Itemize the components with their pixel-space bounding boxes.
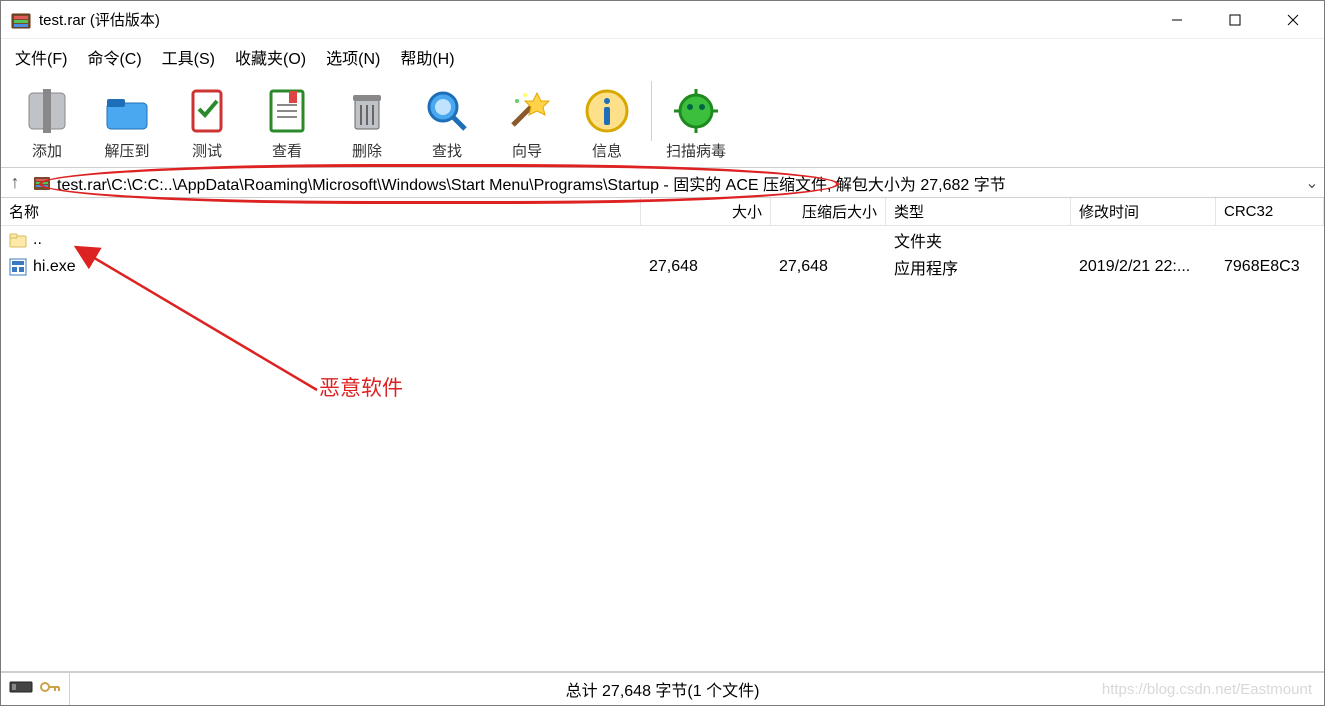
- col-modified[interactable]: 修改时间: [1071, 198, 1216, 225]
- menubar: 文件(F) 命令(C) 工具(S) 收藏夹(O) 选项(N) 帮助(H): [1, 39, 1324, 77]
- tool-delete-label: 删除: [352, 140, 382, 161]
- tool-scan-virus[interactable]: 扫描病毒: [656, 86, 736, 161]
- window-controls: [1148, 1, 1322, 39]
- key-icon: [39, 679, 61, 700]
- test-icon: [182, 86, 232, 136]
- view-icon: [262, 86, 312, 136]
- col-size[interactable]: 大小: [641, 198, 771, 225]
- column-headers: 名称 大小 压缩后大小 类型 修改时间 CRC32: [1, 198, 1324, 226]
- tool-add[interactable]: 添加: [7, 86, 87, 161]
- menu-options[interactable]: 选项(N): [320, 43, 386, 71]
- tool-info[interactable]: 信息: [567, 86, 647, 161]
- close-button[interactable]: [1264, 1, 1322, 39]
- tool-wizard-label: 向导: [512, 140, 542, 161]
- tool-info-label: 信息: [592, 140, 622, 161]
- address-box[interactable]: test.rar\C:\C:C:..\AppData\Roaming\Micro…: [29, 171, 1300, 195]
- file-name: ..: [33, 231, 42, 249]
- tool-test[interactable]: 测试: [167, 86, 247, 161]
- tool-add-label: 添加: [32, 140, 62, 161]
- file-name: hi.exe: [33, 258, 76, 276]
- tool-scan-label: 扫描病毒: [666, 140, 726, 161]
- tool-extract-to[interactable]: 解压到: [87, 86, 167, 161]
- file-type: 文件夹: [886, 228, 1071, 252]
- status-icons: [1, 673, 70, 705]
- tool-find[interactable]: 查找: [407, 86, 487, 161]
- tool-wizard[interactable]: 向导: [487, 86, 567, 161]
- address-bar: ↑ test.rar\C:\C:C:..\AppData\Roaming\Mic…: [1, 168, 1324, 198]
- col-type[interactable]: 类型: [886, 198, 1071, 225]
- toolbar-separator: [651, 81, 652, 141]
- menu-help[interactable]: 帮助(H): [394, 43, 460, 71]
- disk-icon: [9, 679, 33, 700]
- wizard-icon: [502, 86, 552, 136]
- annotation-overlay: 恶意软件: [1, 226, 1324, 671]
- archive-icon: [33, 174, 51, 192]
- file-modified: 2019/2/21 22:...: [1071, 258, 1216, 276]
- up-button[interactable]: ↑: [1, 172, 29, 193]
- tool-extract-label: 解压到: [104, 140, 149, 161]
- annotation-label: 恶意软件: [319, 372, 403, 402]
- virus-icon: [671, 86, 721, 136]
- file-compressed-size: 27,648: [771, 258, 886, 276]
- add-icon: [22, 86, 72, 136]
- tool-view-label: 查看: [272, 140, 302, 161]
- exe-icon: [9, 258, 27, 276]
- tool-delete[interactable]: 删除: [327, 86, 407, 161]
- col-name[interactable]: 名称: [1, 198, 641, 225]
- address-path: test.rar\C:\C:C:..\AppData\Roaming\Micro…: [57, 171, 1006, 195]
- address-dropdown[interactable]: ⌄: [1300, 173, 1324, 193]
- app-icon: [11, 10, 31, 30]
- watermark: https://blog.csdn.net/Eastmount: [1102, 681, 1312, 698]
- info-icon: [582, 86, 632, 136]
- col-crc32[interactable]: CRC32: [1216, 198, 1324, 225]
- file-crc: 7968E8C3: [1216, 258, 1324, 276]
- file-type: 应用程序: [886, 255, 1071, 279]
- list-item-up[interactable]: .. 文件夹: [1, 226, 1324, 253]
- titlebar: test.rar (评估版本): [1, 1, 1324, 39]
- menu-file[interactable]: 文件(F): [9, 43, 73, 71]
- list-item-file[interactable]: hi.exe 27,648 27,648 应用程序 2019/2/21 22:.…: [1, 253, 1324, 280]
- menu-favorites[interactable]: 收藏夹(O): [229, 43, 312, 71]
- menu-tools[interactable]: 工具(S): [156, 43, 221, 71]
- window-title: test.rar (评估版本): [39, 9, 160, 30]
- maximize-button[interactable]: [1206, 1, 1264, 39]
- file-list: .. 文件夹 hi.exe 27,648 27,648 应用程序 2019/2/…: [1, 226, 1324, 671]
- tool-test-label: 测试: [192, 140, 222, 161]
- tool-view[interactable]: 查看: [247, 86, 327, 161]
- app-window: test.rar (评估版本) 文件(F) 命令(C) 工具(S) 收藏夹(O)…: [0, 0, 1325, 706]
- toolbar: 添加 解压到 测试 查看 删除 查找 向导 信息: [1, 77, 1324, 168]
- menu-command[interactable]: 命令(C): [81, 43, 147, 71]
- tool-find-label: 查找: [432, 140, 462, 161]
- folder-icon: [9, 231, 27, 249]
- delete-icon: [342, 86, 392, 136]
- file-size: 27,648: [641, 258, 771, 276]
- status-summary: 总计 27,648 字节(1 个文件): [566, 677, 760, 701]
- find-icon: [422, 86, 472, 136]
- minimize-button[interactable]: [1148, 1, 1206, 39]
- status-bar: 总计 27,648 字节(1 个文件) https://blog.csdn.ne…: [1, 671, 1324, 705]
- extract-icon: [102, 86, 152, 136]
- col-compressed-size[interactable]: 压缩后大小: [771, 198, 886, 225]
